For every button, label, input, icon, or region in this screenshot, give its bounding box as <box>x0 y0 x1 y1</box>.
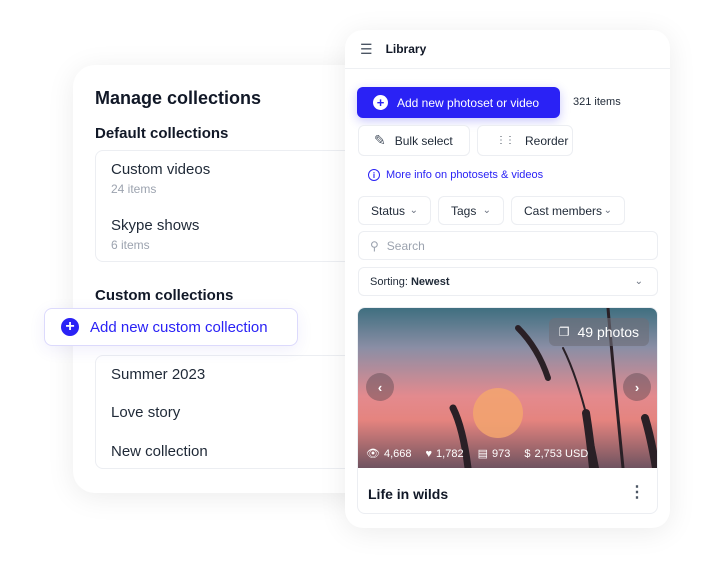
badge-label: 49 photos <box>577 324 640 340</box>
info-icon: i <box>368 169 380 181</box>
tags-filter[interactable]: Tags ⌄ <box>438 196 504 225</box>
heart-icon: ♥ <box>425 447 433 460</box>
chevron-down-icon: ⌄ <box>482 205 491 216</box>
status-filter[interactable]: Status ⌄ <box>358 196 431 225</box>
page-title: Manage collections <box>95 88 262 108</box>
sorting-select[interactable]: Sorting: Newest ⌄ <box>358 267 658 296</box>
custom-collections-heading: Custom collections <box>95 287 234 304</box>
button-label: Bulk select <box>394 133 453 148</box>
item-count: 321 items <box>573 96 621 108</box>
search-icon: ⚲ <box>370 238 379 253</box>
photoset-card[interactable]: ❐ 49 photos ‹ › 👁︎ 4,668 ♥ 1,782 ▤ 973 $2,7… <box>357 307 658 514</box>
filter-label: Tags <box>451 203 477 218</box>
money-hand-icon: $ <box>524 447 531 460</box>
photoset-image: ❐ 49 photos ‹ › 👁︎ 4,668 ♥ 1,782 ▤ 973 $2,7… <box>358 308 657 468</box>
button-label: Add new custom collection <box>90 318 268 336</box>
item-count: 24 items <box>111 182 157 196</box>
views-count: 4,668 <box>383 447 412 460</box>
next-button[interactable]: › <box>623 373 651 401</box>
filter-label: Status <box>371 203 406 218</box>
library-title: Library <box>385 42 427 56</box>
cast-members-filter[interactable]: Cast members ⌄ <box>511 196 625 225</box>
search-input[interactable]: ⚲ Search <box>358 231 658 260</box>
photoset-title: Life in wilds <box>368 486 449 502</box>
chevron-down-icon: ⌄ <box>634 276 643 287</box>
plus-circle-icon: + <box>61 318 79 336</box>
library-panel: ☰ Library + Add new photoset or video 32… <box>345 30 670 528</box>
list-item[interactable]: Custom videos 24 items <box>111 161 210 196</box>
hamburger-menu-icon[interactable]: ☰ <box>360 41 373 58</box>
more-info-link[interactable]: i More info on photosets & videos <box>368 169 543 181</box>
more-options-icon[interactable]: ⋮ <box>629 482 645 502</box>
plus-circle-icon: + <box>373 95 388 110</box>
likes-count: 1,782 <box>436 447 464 460</box>
default-collections-heading: Default collections <box>95 125 229 142</box>
filter-label: Cast members <box>524 203 603 218</box>
sorting-label: Sorting: <box>370 275 408 288</box>
link-label: More info on photosets & videos <box>386 169 544 181</box>
bulk-select-button[interactable]: ✎ Bulk select <box>358 125 470 156</box>
comments-count: 973 <box>491 447 511 460</box>
earnings-amount: 2,753 USD <box>534 447 589 460</box>
eye-icon: 👁︎ <box>366 448 380 460</box>
button-label: Add new photoset or video <box>397 95 540 110</box>
list-item[interactable]: Love story <box>111 404 180 421</box>
search-placeholder: Search <box>386 238 425 253</box>
pencil-icon: ✎ <box>374 132 386 148</box>
list-item[interactable]: Summer 2023 <box>111 366 205 383</box>
library-header: ☰ Library <box>345 30 670 69</box>
button-label: Reorder <box>525 133 569 148</box>
reorder-button[interactable]: ⋮⋮ Reorder <box>477 125 573 156</box>
item-name: Custom videos <box>111 161 211 178</box>
list-item[interactable]: New collection <box>111 443 208 460</box>
chevron-down-icon: ⌄ <box>603 205 612 216</box>
photos-stack-icon: ❐ <box>558 325 570 339</box>
item-count: 6 items <box>111 238 150 252</box>
sorting-value: Newest <box>410 275 450 288</box>
chevron-down-icon: ⌄ <box>409 205 418 216</box>
photoset-stats: 👁︎ 4,668 ♥ 1,782 ▤ 973 $2,753 USD <box>366 447 589 461</box>
chevron-right-icon: › <box>634 379 640 395</box>
add-photoset-button[interactable]: + Add new photoset or video <box>357 87 560 118</box>
item-name: Skype shows <box>111 217 200 234</box>
comment-icon: ▤ <box>477 448 488 460</box>
chevron-left-icon: ‹ <box>377 379 383 395</box>
previous-button[interactable]: ‹ <box>366 373 394 401</box>
photo-count-badge: ❐ 49 photos <box>548 318 649 346</box>
add-custom-collection-button[interactable]: + Add new custom collection <box>44 308 298 346</box>
list-item[interactable]: Skype shows 6 items <box>111 217 199 252</box>
drag-handle-icon: ⋮⋮ <box>496 135 515 146</box>
